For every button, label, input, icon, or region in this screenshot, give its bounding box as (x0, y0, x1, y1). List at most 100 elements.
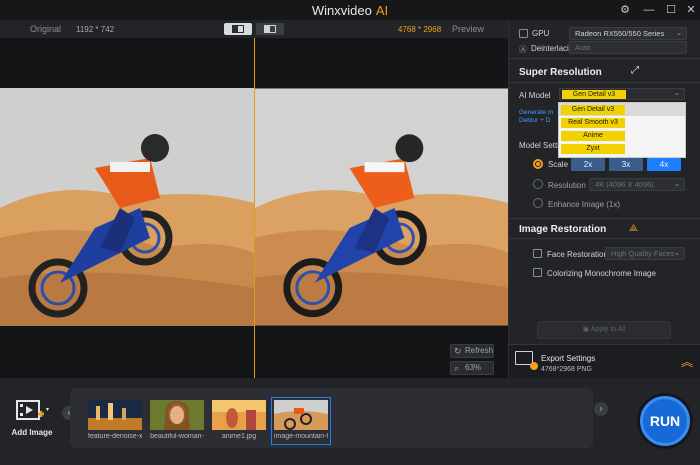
export-settings-details: 4768*2968 PNG (541, 366, 592, 373)
thumbnail-image (88, 400, 142, 430)
scale-radio[interactable] (533, 159, 543, 169)
thumbnail-caption: beautiful-woman- (150, 433, 204, 440)
enhance-radio[interactable] (533, 198, 543, 208)
deinterlacing-select[interactable]: Auto (569, 41, 687, 54)
thumbnail-strip: feature-denoise-x beautiful-woman- anime… (70, 388, 593, 448)
chevron-down-icon: ⌄ (674, 250, 680, 257)
divider (509, 238, 700, 239)
app-title: Winxvideo AI (0, 3, 700, 18)
colorizing-checkbox[interactable] (533, 268, 542, 277)
close-icon[interactable]: ✕ (684, 3, 698, 17)
add-image-icon (16, 400, 44, 420)
thumbnail-item[interactable]: feature-denoise-x (88, 400, 142, 442)
refresh-button[interactable]: ↻ Refresh (450, 344, 494, 358)
add-image-label: Add Image (11, 428, 53, 437)
expand-icon[interactable]: ⤢ (631, 65, 639, 76)
divider (509, 58, 700, 59)
export-settings-title: Export Settings (541, 354, 596, 363)
enhance-label: Enhance Image (1x) (548, 200, 621, 209)
resolution-radio[interactable] (533, 179, 543, 189)
side-by-side-toggle[interactable] (256, 23, 284, 35)
preview-image (255, 88, 508, 326)
thumbnail-image (274, 400, 328, 430)
colorizing-label: Colorizing Monochrome Image (547, 269, 656, 278)
model-settings-label: Model Setti (519, 141, 560, 150)
refresh-icon: ↻ (454, 346, 462, 356)
resolution-value: 4K (4096 X 4096) (595, 180, 654, 189)
chevron-down-icon: ⌄ (674, 90, 680, 97)
face-restoration-value: High Quality Faces (611, 249, 675, 258)
deinterlacing-icon: Ⓐ (519, 45, 527, 54)
image-restoration-title: Image Restoration (519, 224, 607, 235)
resolution-select[interactable]: 4K (4096 X 4096) ⌄ (589, 178, 685, 191)
preview-label: Preview (452, 24, 485, 34)
face-restoration-label: Face Restoration (547, 250, 608, 259)
zoom-label: 63% (465, 363, 482, 372)
original-label: Original (30, 24, 62, 34)
apply-to-all-label: Apply to All (590, 326, 626, 333)
ai-model-select[interactable]: Gen Detail v3 ⌄ (559, 88, 685, 100)
original-image (0, 88, 254, 326)
generate-note-line1[interactable]: Generate m (519, 109, 553, 116)
title-bar: Winxvideo AI ⚙ — ☐ ✕ (0, 0, 700, 20)
scroll-right-icon[interactable]: › (594, 402, 608, 416)
split-view-toggle[interactable] (224, 23, 252, 35)
app-title-accent: AI (375, 3, 389, 18)
output-resolution: 4768 * 2968 (398, 25, 442, 34)
divider (509, 82, 700, 83)
thumbnail-caption: anime1.jpg (221, 433, 257, 440)
zoom-button[interactable]: ⌕ 63% (450, 361, 494, 375)
resolution-label: Resolution (548, 181, 586, 190)
thumbnail-item-selected[interactable]: image-mountain-l (271, 397, 331, 445)
thumbnail-item[interactable]: anime1.jpg (212, 400, 266, 442)
gpu-select[interactable]: Radeon RX550/550 Series ⌄ (569, 27, 687, 40)
gpu-checkbox[interactable] (519, 29, 528, 38)
split-divider[interactable] (254, 38, 255, 378)
ai-model-label: AI Model (519, 91, 551, 100)
thumbnail-item[interactable]: beautiful-woman- (150, 400, 204, 442)
gpu-value: Radeon RX550/550 Series (575, 29, 665, 38)
ai-model-option[interactable]: Real Smooth v3 (561, 118, 625, 128)
scale-3x-button[interactable]: 3x (609, 158, 643, 171)
ai-model-value: Gen Detail v3 (562, 90, 626, 99)
app-title-text: Winxvideo (311, 3, 372, 18)
run-button[interactable]: RUN (640, 396, 690, 446)
thumbnail-caption: feature-denoise-x (88, 433, 142, 440)
ai-model-option[interactable]: Zyxt (561, 144, 625, 154)
settings-panel: GPU Radeon RX550/550 Series ⌄ Ⓐ Deinterla… (508, 20, 700, 378)
preview-area[interactable]: ↻ Refresh ⌕ 63% (0, 38, 508, 378)
maximize-icon[interactable]: ☐ (664, 3, 678, 17)
generate-note-line2[interactable]: Deblur + D (519, 117, 550, 124)
bottom-bar: ▾ Add Image ‹ feature-denoise-x beautifu… (0, 378, 700, 465)
scale-2x-button[interactable]: 2x (571, 158, 605, 171)
export-settings-bar[interactable]: Export Settings 4768*2968 PNG ︽ (509, 344, 700, 378)
preview-image-pane (255, 88, 508, 326)
apply-icon: ▣ (582, 326, 591, 333)
minimize-icon[interactable]: — (642, 3, 656, 17)
ai-model-dropdown: Gen Detail v3 Real Smooth v3 Anime Zyxt (558, 102, 686, 158)
add-image-button[interactable]: ▾ Add Image (10, 400, 54, 440)
ai-model-option[interactable]: Anime (561, 131, 625, 141)
refresh-label: Refresh (465, 346, 494, 355)
settings-gear-icon[interactable]: ⚙ (618, 3, 632, 17)
scale-4x-button[interactable]: 4x (647, 158, 681, 171)
original-resolution: 1192 * 742 (76, 25, 115, 34)
scale-label: Scale (548, 160, 569, 169)
chevron-down-icon: ⌄ (674, 181, 680, 188)
face-restoration-checkbox[interactable] (533, 249, 542, 258)
export-settings-icon (515, 351, 538, 370)
ai-model-option[interactable]: Gen Detail v3 (561, 105, 625, 115)
restoration-icon: ⟁ (629, 223, 638, 234)
double-chevron-up-icon[interactable]: ︽ (681, 353, 693, 370)
apply-to-all-button[interactable]: ▣ Apply to All (537, 321, 671, 339)
preview-header: Original 1192 * 742 4768 * 2968 Preview (0, 20, 508, 38)
super-resolution-title: Super Resolution (519, 67, 602, 78)
thumbnail-image (212, 400, 266, 430)
side-by-side-icon (264, 25, 276, 33)
chevron-down-icon[interactable]: ▾ (46, 406, 49, 413)
split-view-icon (232, 25, 244, 33)
deinterlacing-value: Auto (575, 43, 591, 52)
thumbnail-caption: image-mountain-l (274, 433, 328, 440)
face-restoration-select[interactable]: High Quality Faces ⌄ (605, 247, 685, 260)
divider (509, 218, 700, 219)
